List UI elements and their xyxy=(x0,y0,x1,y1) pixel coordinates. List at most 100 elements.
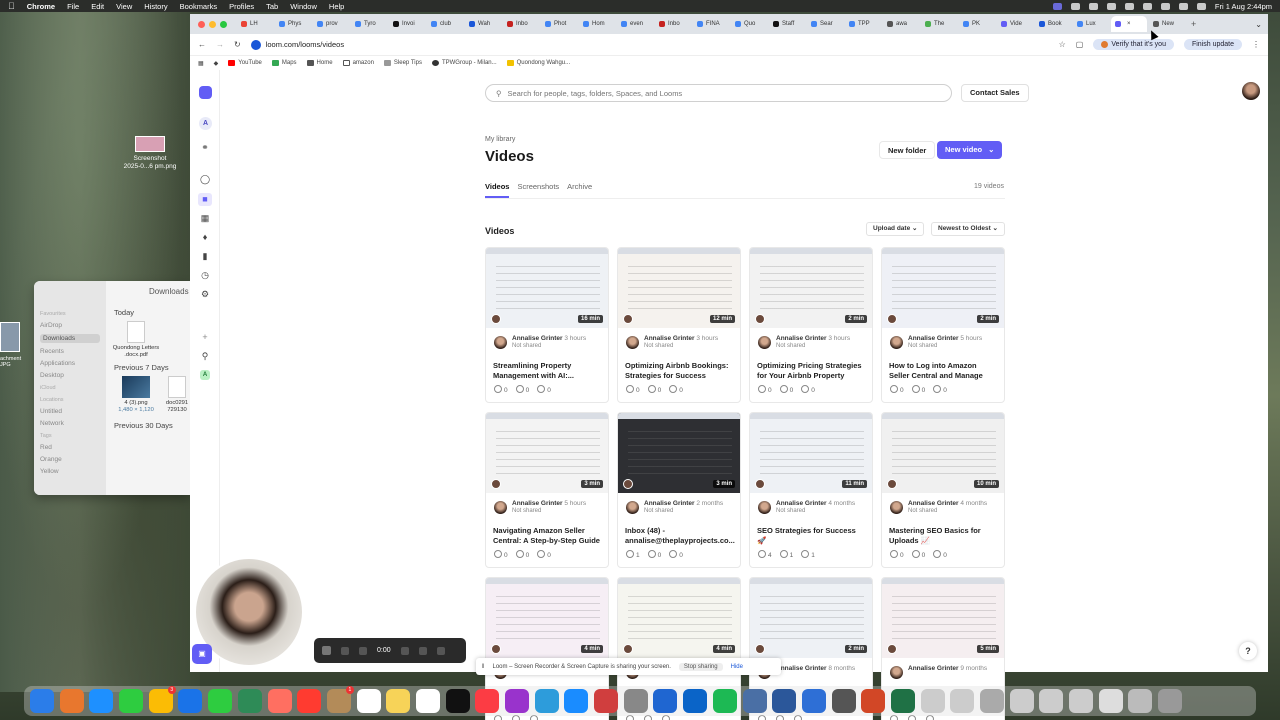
menu-bookmarks[interactable]: Bookmarks xyxy=(180,2,218,11)
share-status-dropdown[interactable]: Not shared xyxy=(512,343,602,349)
sidebar-item-downloads[interactable]: Downloads xyxy=(40,334,100,343)
dock-app-icon[interactable] xyxy=(208,689,233,713)
new-tab-icon[interactable]: + xyxy=(1187,19,1200,29)
menu-edit[interactable]: Edit xyxy=(91,2,104,11)
breadcrumb[interactable]: My library xyxy=(485,136,515,143)
control-center-icon[interactable] xyxy=(1196,2,1206,10)
file-item[interactable]: 4 (3).png 1,480 × 1,120 xyxy=(110,376,162,414)
dock-app-icon[interactable] xyxy=(415,689,440,713)
video-thumbnail[interactable]: 3 min xyxy=(618,413,740,493)
wifi-icon[interactable] xyxy=(1160,2,1170,10)
desktop-screenshot-file[interactable]: Screenshot 2025-0...6 pm.png xyxy=(120,136,180,171)
video-title[interactable]: Mastering SEO Basics for Uploads 📈 xyxy=(882,523,1004,547)
browser-tab[interactable]: Book xyxy=(1035,16,1071,32)
extensions-icon[interactable]: ▢ xyxy=(1076,40,1084,49)
dock-app-icon[interactable] xyxy=(801,689,826,713)
video-thumbnail[interactable]: 2 min xyxy=(750,248,872,328)
video-title[interactable]: How to Log into Amazon Seller Central an… xyxy=(882,358,1004,382)
address-bar[interactable]: loom.com/looms/videos xyxy=(250,39,1049,50)
browser-tab[interactable]: prov xyxy=(313,16,349,32)
bookmark-amazon[interactable]: amazon xyxy=(342,60,374,66)
browser-tab[interactable]: LH xyxy=(237,16,273,32)
dock-app-icon[interactable] xyxy=(861,689,886,713)
browser-tab[interactable]: Hom xyxy=(579,16,615,32)
tab-screenshots[interactable]: Screenshots xyxy=(517,182,559,198)
share-status-dropdown[interactable]: Not shared xyxy=(776,508,866,514)
share-status-dropdown[interactable]: Not shared xyxy=(644,508,734,514)
close-icon[interactable] xyxy=(198,20,205,28)
dock-app-icon[interactable] xyxy=(178,689,203,713)
tab-archive[interactable]: Archive xyxy=(567,182,592,198)
video-title[interactable]: Streamlining Property Management with AI… xyxy=(486,358,608,382)
gear-icon[interactable]: ⚙ xyxy=(200,289,210,299)
video-thumbnail[interactable]: 12 min xyxy=(618,248,740,328)
dock-app-icon[interactable] xyxy=(534,689,559,713)
clock-icon[interactable]: ◷ xyxy=(200,270,210,280)
dock-app-icon[interactable] xyxy=(119,689,144,713)
dock-app-icon[interactable] xyxy=(594,689,619,713)
apple-icon[interactable]:  xyxy=(8,1,15,11)
desktop-attachment-file[interactable] xyxy=(0,322,20,352)
menu-app-name[interactable]: Chrome xyxy=(27,2,55,11)
video-thumbnail[interactable]: 11 min xyxy=(750,413,872,493)
dock-app-icon[interactable] xyxy=(59,689,84,713)
video-thumbnail[interactable]: 2 min xyxy=(882,248,1004,328)
video-card[interactable]: 10 min Annalise Grinter 4 months Not share… xyxy=(881,412,1005,568)
video-thumbnail[interactable]: 4 min xyxy=(486,578,608,658)
sort-upload-date-dropdown[interactable]: Upload date ⌄ xyxy=(866,222,925,236)
video-thumbnail[interactable]: 2 min xyxy=(750,578,872,658)
video-thumbnail[interactable]: 10 min xyxy=(882,413,1004,493)
sidebar-item-desktop[interactable]: Desktop xyxy=(40,372,100,379)
dock-app-icon[interactable] xyxy=(475,689,500,713)
video-title[interactable]: Navigating Amazon Seller Central: A Step… xyxy=(486,523,608,547)
dock-app-icon[interactable] xyxy=(890,689,915,713)
browser-tab[interactable]: FINA xyxy=(693,16,729,32)
dock-app-icon[interactable] xyxy=(386,689,411,713)
bookmark-youtube[interactable]: YouTube xyxy=(228,60,262,66)
browser-tab[interactable]: even xyxy=(617,16,653,32)
search-icon[interactable]: ⚲ xyxy=(200,351,210,361)
browser-tab[interactable]: club xyxy=(427,16,463,32)
sidebar-item-applications[interactable]: Applications xyxy=(40,360,100,367)
dock-app-icon[interactable] xyxy=(831,689,856,713)
dock-app-icon[interactable] xyxy=(712,689,737,713)
dock-app-icon[interactable] xyxy=(772,689,797,713)
menu-profiles[interactable]: Profiles xyxy=(229,2,254,11)
workspace-avatar[interactable]: A xyxy=(199,117,212,130)
dock-app-icon[interactable] xyxy=(1128,689,1153,713)
menu-clock[interactable]: Fri 1 Aug 2:44pm xyxy=(1215,2,1272,11)
dock-app-icon[interactable] xyxy=(920,689,945,713)
bookmark-tpwgroup[interactable]: TPWGroup - Milan... xyxy=(431,60,497,66)
video-card[interactable]: 3 min Annalise Grinter 2 months Not shared… xyxy=(617,412,741,568)
dock-app-icon[interactable] xyxy=(683,689,708,713)
sidebar-tag-orange[interactable]: Orange xyxy=(40,456,100,463)
browser-tab[interactable]: awa xyxy=(883,16,919,32)
bell-icon[interactable]: ♦ xyxy=(200,232,210,242)
search-bar[interactable]: ⚲ xyxy=(485,84,952,102)
dock-app-icon[interactable] xyxy=(356,689,381,713)
new-video-button[interactable]: New video ⌄ xyxy=(937,141,1003,159)
search-input[interactable] xyxy=(507,88,928,98)
video-thumbnail[interactable]: 3 min xyxy=(486,413,608,493)
share-status-dropdown[interactable]: Not shared xyxy=(908,343,998,349)
dock-app-icon[interactable] xyxy=(30,689,54,713)
browser-tab[interactable]: Phys xyxy=(275,16,311,32)
dock-app-icon[interactable] xyxy=(267,689,292,713)
browser-tab[interactable]: Inbo xyxy=(655,16,691,32)
tab-search-icon[interactable]: ⌄ xyxy=(1255,20,1268,29)
browser-tab[interactable]: Invoi xyxy=(389,16,425,32)
dock-app-icon[interactable] xyxy=(1098,689,1123,713)
bookmark-star-icon[interactable]: ☆ xyxy=(1059,40,1066,49)
browser-tab[interactable]: Phot xyxy=(541,16,577,32)
dock-app-icon[interactable] xyxy=(1039,689,1064,713)
browser-tab[interactable]: × xyxy=(1111,16,1147,32)
dock-app-icon[interactable] xyxy=(297,689,322,713)
bluetooth-icon[interactable] xyxy=(1124,2,1134,10)
apps-grid-icon[interactable]: ▦ xyxy=(198,60,204,67)
file-item[interactable]: Quondong Letters .docx.pdf xyxy=(110,321,162,359)
dock-app-icon[interactable] xyxy=(237,689,262,713)
sidebar-item-network[interactable]: Network xyxy=(40,420,100,427)
menu-file[interactable]: File xyxy=(67,2,79,11)
dock-app-icon[interactable] xyxy=(980,689,1004,713)
share-status-dropdown[interactable]: Not shared xyxy=(644,343,734,349)
